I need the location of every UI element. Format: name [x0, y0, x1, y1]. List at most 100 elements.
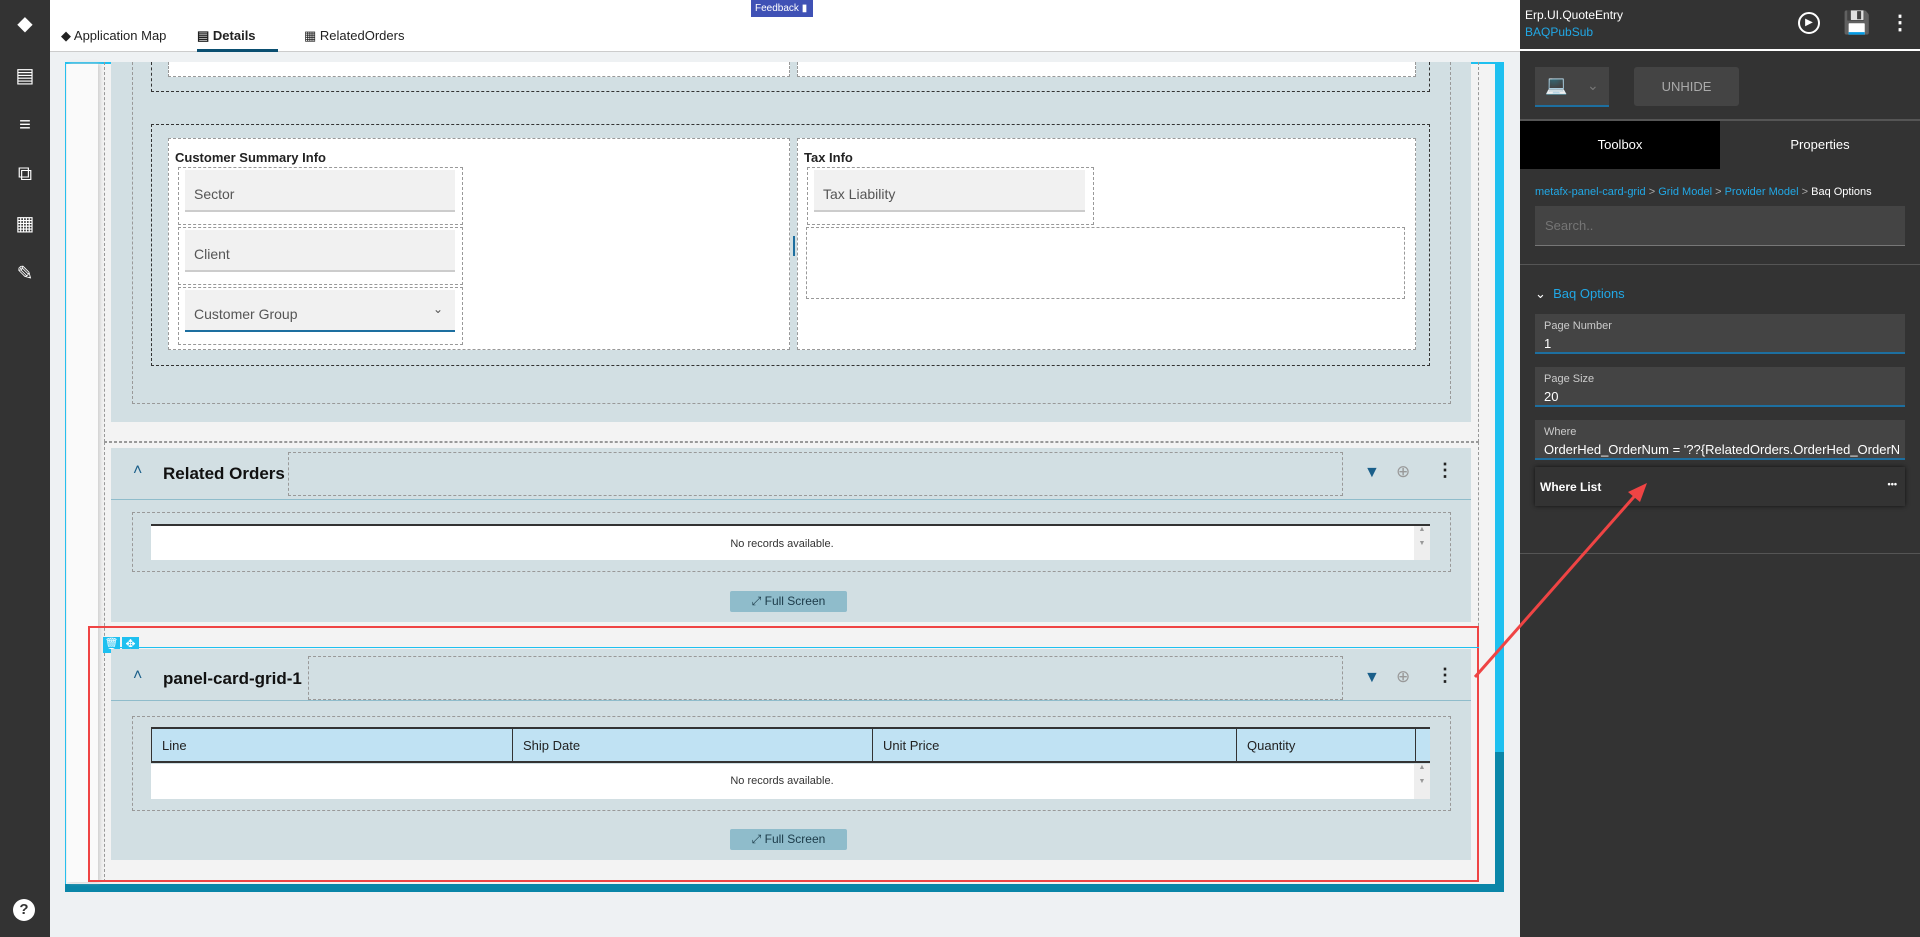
selection-line	[104, 647, 1479, 648]
save-icon[interactable]: 💾	[1843, 10, 1870, 36]
page-size-field[interactable]: Page Size 20	[1535, 367, 1905, 407]
breadcrumb-item[interactable]: metafx-panel-card-grid	[1535, 186, 1646, 198]
divider	[1520, 49, 1920, 51]
filter-icon[interactable]: ▼	[1364, 464, 1380, 482]
scrollbar-track[interactable]	[1495, 62, 1504, 752]
customer-summary-title: Customer Summary Info	[175, 150, 326, 165]
tax-info-title: Tax Info	[804, 150, 853, 165]
resize-handle[interactable]	[793, 236, 795, 256]
breadcrumb-item[interactable]: Provider Model	[1725, 186, 1799, 198]
flow-icon[interactable]: ⧉	[13, 162, 37, 186]
empty-placeholder	[806, 227, 1405, 299]
more-icon[interactable]: ⋮	[1436, 460, 1454, 481]
more-icon[interactable]: ⋮	[1436, 665, 1454, 686]
grid-icon[interactable]: ▦	[13, 212, 37, 236]
sector-input[interactable]: Sector	[185, 170, 455, 212]
full-screen-button[interactable]: ⤢ Full Screen	[730, 591, 847, 612]
field-value[interactable]: 1	[1544, 336, 1899, 351]
unhide-button[interactable]: UNHIDE	[1634, 67, 1739, 106]
baq-options-section[interactable]: ⌄ Baq Options	[1535, 286, 1625, 302]
column-header-quantity[interactable]: Quantity	[1236, 729, 1416, 761]
tab-label: Application Map	[73, 28, 167, 43]
breadcrumb-sep: >	[1715, 186, 1722, 198]
scrollbar-thumb[interactable]	[1495, 752, 1504, 884]
button-label: Full Screen	[764, 832, 826, 846]
filter-icon[interactable]: ▼	[1364, 669, 1380, 687]
layer-link[interactable]: BAQPubSub	[1525, 25, 1593, 39]
previous-cell-right	[797, 62, 1416, 77]
previous-cell-left	[168, 62, 790, 77]
checklist-icon[interactable]: ≡	[13, 113, 37, 137]
left-sidebar: ◆ ▤ ≡ ⧉ ▦ ✎ ?	[0, 0, 50, 937]
page-number-field[interactable]: Page Number 1	[1535, 314, 1905, 354]
panel-grid-title: panel-card-grid-1	[163, 669, 302, 688]
comment-icon: ▮	[801, 3, 808, 14]
breadcrumb-sep: >	[1648, 186, 1656, 198]
layers-icon[interactable]: ◆	[13, 12, 37, 36]
divider	[1520, 553, 1920, 554]
tab-relatedorders[interactable]: ▦ RelatedOrders	[304, 28, 404, 52]
expand-icon: ⤢	[751, 594, 765, 608]
breadcrumb-current: Baq Options	[1811, 186, 1872, 198]
client-input[interactable]: Client	[185, 230, 455, 272]
tab-application-map[interactable]: ◆ Application Map	[61, 28, 166, 52]
tab-details[interactable]: ▤ Details	[197, 28, 278, 52]
app-name: Erp.UI.QuoteEntry	[1525, 8, 1624, 22]
more-horizontal-icon[interactable]: •••	[1888, 479, 1897, 489]
chevron-down-icon: ⌄	[432, 302, 443, 316]
properties-panel: Erp.UI.QuoteEntry BAQPubSub ▶ 💾 ⋮ 💻 ⌄ UNH…	[1520, 0, 1920, 937]
edit-doc-icon[interactable]: ✎	[13, 262, 37, 286]
layout-icon: ▤	[197, 28, 213, 43]
tax-liability-input[interactable]: Tax Liability	[814, 170, 1085, 212]
divider	[1520, 264, 1920, 265]
breadcrumb: metafx-panel-card-grid > Grid Model > Pr…	[1535, 186, 1872, 198]
divider	[111, 499, 1471, 500]
column-header-line[interactable]: Line	[151, 729, 512, 761]
section-title: Baq Options	[1553, 286, 1625, 301]
breadcrumb-item[interactable]: Grid Model	[1658, 186, 1712, 198]
where-list-row[interactable]: Where List •••	[1535, 467, 1905, 506]
column-header-ship-date[interactable]: Ship Date	[512, 729, 872, 761]
tab-properties[interactable]: Properties	[1720, 121, 1920, 169]
feedback-button[interactable]: Feedback ▮	[751, 0, 813, 17]
tab-label: Details	[212, 28, 256, 43]
device-select[interactable]: 💻 ⌄	[1535, 67, 1609, 107]
grid-scrollbar[interactable]: ▲ ▼	[1414, 526, 1430, 560]
more-icon[interactable]: ⋮	[1890, 10, 1910, 35]
help-icon[interactable]: ?	[13, 899, 35, 921]
expand-icon: ⤢	[751, 832, 765, 846]
chevron-down-icon: ⌄	[1535, 286, 1550, 301]
layout-icon[interactable]: ▤	[13, 64, 37, 88]
header-placeholder	[288, 452, 1343, 496]
header-placeholder	[308, 656, 1343, 700]
chevron-up-icon[interactable]: ˄	[133, 667, 142, 685]
panel-grid-body: No records available. ▲ ▼	[151, 764, 1430, 799]
chevron-up-icon[interactable]: ˄	[133, 462, 142, 480]
related-orders-grid: No records available. ▲ ▼	[151, 524, 1430, 560]
divider	[111, 700, 1471, 701]
search-input[interactable]	[1535, 206, 1905, 246]
field-label: Page Number	[1544, 320, 1612, 332]
tab-toolbox[interactable]: Toolbox	[1520, 121, 1720, 169]
customer-group-dropdown[interactable]: Customer Group ⌄	[185, 290, 455, 332]
chevron-down-icon: ⌄	[1587, 77, 1599, 93]
surface-bottom-bar	[65, 884, 1504, 892]
field-label: Page Size	[1544, 373, 1595, 385]
full-screen-button[interactable]: ⤢ Full Screen	[730, 829, 847, 850]
where-list-label: Where List	[1540, 480, 1602, 494]
breadcrumb-sep: >	[1801, 186, 1809, 198]
no-records-text: No records available.	[730, 538, 834, 550]
where-field[interactable]: Where OrderHed_OrderNum = '??{RelatedOrde…	[1535, 420, 1905, 460]
field-value[interactable]: OrderHed_OrderNum = '??{RelatedOrders.Or…	[1544, 442, 1899, 457]
add-icon[interactable]: ⊕	[1396, 667, 1410, 687]
play-icon[interactable]: ▶	[1798, 12, 1820, 34]
field-label: Where	[1544, 426, 1577, 438]
related-orders-title: Related Orders	[163, 464, 285, 483]
laptop-icon: 💻	[1545, 75, 1568, 95]
grid-scrollbar[interactable]: ▲ ▼	[1414, 764, 1430, 799]
button-label: Full Screen	[764, 594, 826, 608]
field-value[interactable]: 20	[1544, 389, 1899, 404]
tab-label: RelatedOrders	[319, 28, 405, 43]
column-header-unit-price[interactable]: Unit Price	[872, 729, 1236, 761]
add-icon[interactable]: ⊕	[1396, 462, 1410, 482]
